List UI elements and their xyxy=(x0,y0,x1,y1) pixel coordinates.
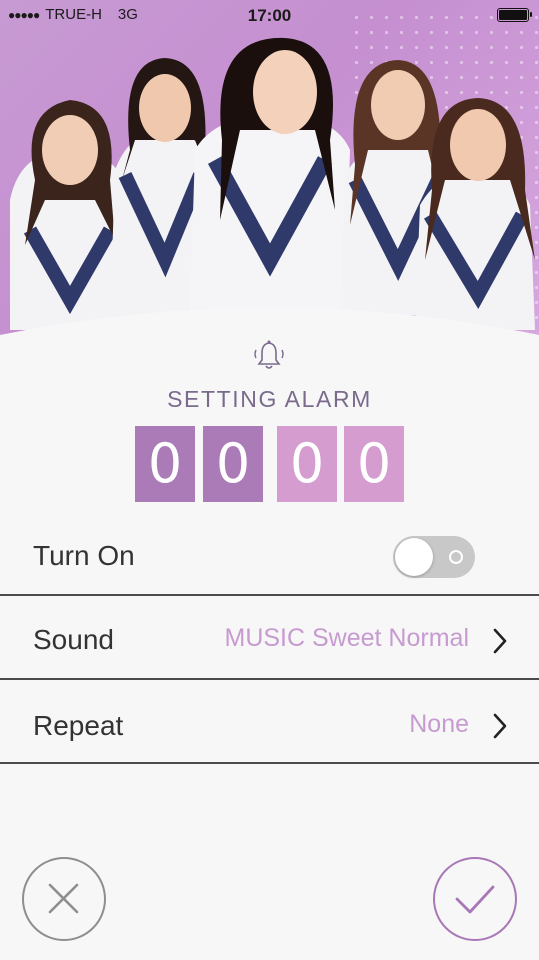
group-photo xyxy=(10,37,535,330)
repeat-row[interactable]: Repeat None xyxy=(0,680,539,764)
cancel-button[interactable] xyxy=(22,857,106,941)
sound-row[interactable]: Sound MUSIC Sweet Normal xyxy=(0,596,539,680)
battery-icon xyxy=(497,8,532,22)
hour-tens-digit[interactable]: 0 xyxy=(135,426,195,502)
status-time: 17:00 xyxy=(247,6,292,25)
minute-tens-digit[interactable]: 0 xyxy=(277,426,337,502)
alarm-time-display: 0 0 0 0 xyxy=(0,426,539,502)
check-icon xyxy=(455,885,495,914)
hour-ones-digit[interactable]: 0 xyxy=(203,426,263,502)
close-icon xyxy=(48,883,79,914)
alarm-title: SETTING ALARM xyxy=(167,386,372,412)
turn-on-row: Turn On xyxy=(0,512,539,596)
confirm-button[interactable] xyxy=(433,857,517,941)
repeat-value: None xyxy=(409,710,469,738)
repeat-label: Repeat xyxy=(33,710,124,741)
status-bar: ●●●●● TRUE-H 3G 17:00 xyxy=(0,0,539,30)
sound-label: Sound xyxy=(33,624,114,655)
toggle-knob xyxy=(395,538,433,576)
minute-ones-digit[interactable]: 0 xyxy=(344,426,404,502)
turn-on-toggle[interactable] xyxy=(393,536,475,578)
bell-icon xyxy=(254,340,284,369)
hero-banner xyxy=(0,0,539,340)
chevron-right-icon xyxy=(493,628,507,654)
divider xyxy=(0,762,539,764)
toggle-off-icon xyxy=(449,550,463,564)
chevron-right-icon xyxy=(493,713,507,739)
turn-on-label: Turn On xyxy=(33,540,135,571)
sound-value: MUSIC Sweet Normal xyxy=(224,624,470,652)
